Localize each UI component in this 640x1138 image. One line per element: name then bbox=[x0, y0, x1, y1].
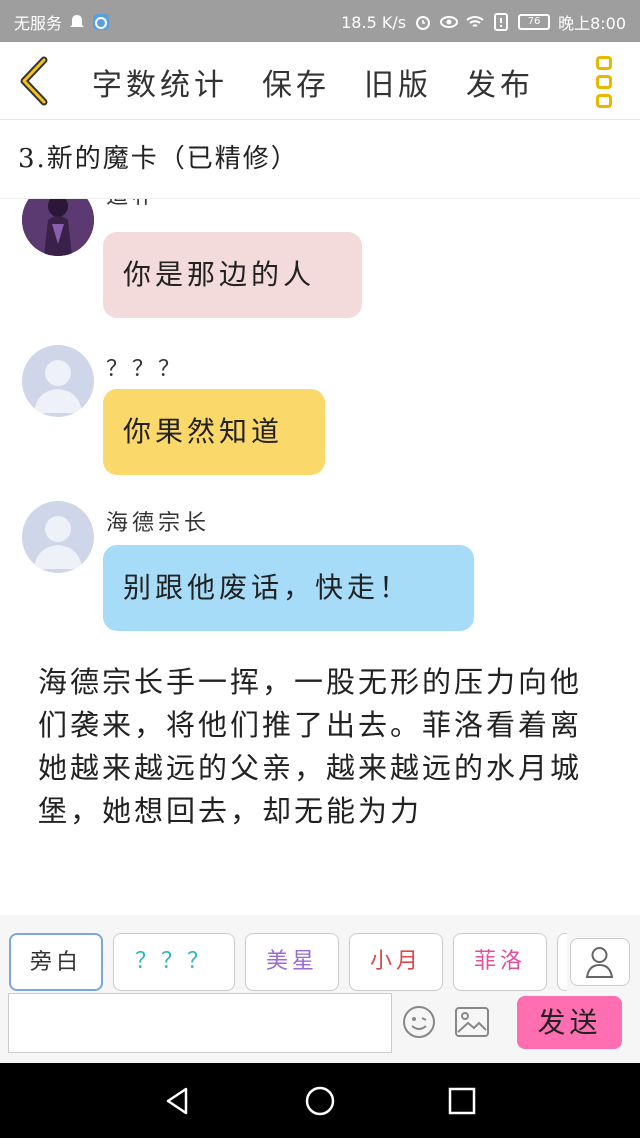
back-arrow-icon[interactable] bbox=[14, 56, 54, 106]
alarm-icon bbox=[416, 16, 431, 30]
wifi-icon bbox=[466, 16, 484, 27]
narration-text[interactable]: 海德宗长手一挥，一股无形的压力向他们袭来，将他们推了出去。菲洛看着离她越来越远的… bbox=[38, 661, 608, 833]
character-chip-narrator[interactable]: 旁白 bbox=[9, 933, 103, 991]
story-chat-area[interactable]: 追朴 你是那边的人 ？？？ 你果然知道 海德宗长 别跟他废话，快走！ 海德宗长手… bbox=[0, 199, 640, 915]
image-icon[interactable] bbox=[455, 1007, 489, 1037]
recents-icon[interactable] bbox=[444, 1083, 480, 1119]
status-bar: 无服务 18.5 K/s 76 晚上8:00 bbox=[0, 0, 640, 42]
manage-characters-button[interactable] bbox=[570, 938, 630, 986]
app-notification-icon bbox=[93, 14, 110, 30]
speaker-name: 追朴 bbox=[106, 199, 158, 210]
person-icon bbox=[585, 947, 614, 978]
more-menu-icon[interactable] bbox=[596, 56, 616, 108]
message-input[interactable] bbox=[8, 993, 392, 1053]
character-portrait-icon bbox=[22, 199, 94, 256]
character-chip-unknown[interactable]: ？？？ bbox=[113, 933, 235, 991]
save-button[interactable]: 保存 bbox=[262, 60, 330, 104]
dialogue-bubble[interactable]: 你果然知道 bbox=[103, 389, 325, 475]
system-nav-bar bbox=[0, 1063, 640, 1138]
publish-button[interactable]: 发布 bbox=[466, 60, 534, 104]
back-icon[interactable] bbox=[160, 1083, 196, 1119]
avatar[interactable] bbox=[22, 199, 94, 256]
avatar[interactable] bbox=[22, 501, 94, 573]
send-button[interactable]: 发送 bbox=[517, 996, 622, 1049]
character-select-bar: 旁白 ？？？ 美星 小月 菲洛 bbox=[0, 915, 640, 993]
chapter-title[interactable]: 3.新的魔卡（已精修） bbox=[18, 138, 299, 175]
word-count-button[interactable]: 字数统计 bbox=[92, 60, 228, 104]
default-avatar-icon bbox=[34, 516, 82, 569]
emoji-icon[interactable] bbox=[402, 1005, 436, 1039]
network-speed: 18.5 K/s bbox=[341, 12, 407, 32]
old-version-button[interactable]: 旧版 bbox=[364, 60, 432, 104]
speaker-name: ？？？ bbox=[106, 357, 185, 382]
character-chip-meixing[interactable]: 美星 bbox=[245, 933, 339, 991]
no-sim-icon bbox=[494, 13, 509, 31]
eye-comfort-icon bbox=[440, 16, 459, 28]
notification-bell-icon bbox=[70, 15, 85, 27]
character-chip-partial[interactable] bbox=[557, 933, 567, 991]
clock: 晚上8:00 bbox=[558, 14, 626, 33]
speaker-name: 海德宗长 bbox=[106, 511, 211, 536]
message-input-bar: 发送 bbox=[0, 993, 640, 1063]
character-chip-feiluo[interactable]: 菲洛 bbox=[453, 933, 547, 991]
editor-toolbar: 字数统计 保存 旧版 发布 bbox=[0, 42, 640, 120]
character-chip-xiaoyue[interactable]: 小月 bbox=[349, 933, 443, 991]
dialogue-bubble[interactable]: 别跟他废话，快走！ bbox=[103, 545, 474, 631]
dialogue-bubble[interactable]: 你是那边的人 bbox=[103, 232, 362, 318]
avatar[interactable] bbox=[22, 345, 94, 417]
carrier-label: 无服务 bbox=[14, 14, 63, 33]
default-avatar-icon bbox=[34, 360, 82, 413]
home-icon[interactable] bbox=[302, 1083, 338, 1119]
battery-icon: 76 bbox=[518, 14, 551, 30]
